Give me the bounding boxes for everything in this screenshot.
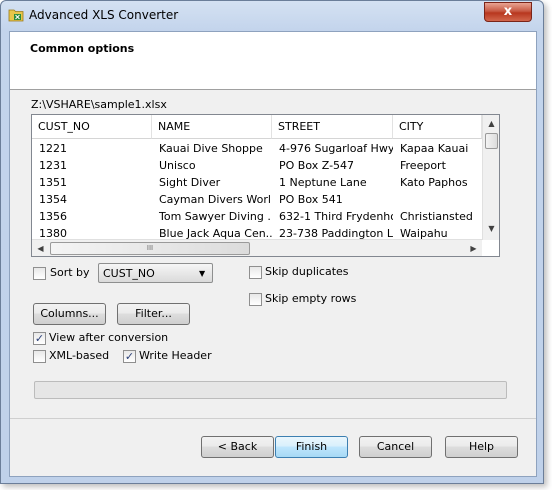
help-button[interactable]: Help [445, 436, 518, 458]
view-after-conversion-label: View after conversion [49, 331, 169, 344]
table-cell: 1354 [39, 193, 67, 206]
table-cell [393, 191, 482, 208]
table-row[interactable]: 1221 Kauai Dive Shoppe 4-976 Sugarloaf Hwy… [32, 140, 482, 157]
wizard-body: Common options Z:\VSHARE\sample1.xlsx CU… [9, 31, 537, 477]
table-cell: Kapaa Kauai [400, 142, 469, 155]
table-cell: Kauai Dive Shoppe [159, 142, 263, 155]
table-cell: PO Box 541 [279, 193, 343, 206]
table-cell: Sight Diver [159, 176, 221, 189]
table-cell: Cayman Divers Worl... [159, 193, 272, 206]
skip-duplicates-checkbox[interactable] [249, 266, 262, 279]
scroll-right-icon[interactable]: ▶ [465, 240, 482, 257]
page-title: Common options [30, 42, 135, 55]
table-cell: Kato Paphos [400, 176, 468, 189]
column-header-city[interactable]: CITY [393, 115, 482, 139]
horizontal-scrollbar[interactable]: ◀ III ▶ [32, 239, 482, 256]
xml-based-checkbox[interactable] [33, 350, 46, 363]
scroll-down-icon[interactable]: ▼ [483, 220, 500, 237]
table-cell: 632-1 Third Frydenhoj [279, 210, 393, 223]
data-preview-grid[interactable]: CUST_NO NAME STREET CITY 1221 Kauai Dive … [31, 114, 500, 257]
view-after-conversion-checkbox[interactable]: ✓ [33, 332, 46, 345]
sort-by-select[interactable]: CUST_NO ▼ [98, 263, 213, 283]
table-row[interactable]: 1354 Cayman Divers Worl... PO Box 541 [32, 191, 482, 208]
scroll-left-icon[interactable]: ◀ [32, 240, 49, 257]
horizontal-scroll-thumb[interactable]: III [50, 242, 250, 255]
table-row[interactable]: 1356 Tom Sawyer Diving ... 632-1 Third Fry… [32, 208, 482, 225]
table-cell: PO Box Z-547 [279, 159, 355, 172]
table-cell: 1 Neptune Lane [279, 176, 367, 189]
skip-empty-rows-label: Skip empty rows [265, 292, 357, 305]
table-cell: Blue Jack Aqua Cen... [159, 227, 272, 239]
back-button[interactable]: < Back [201, 436, 274, 458]
table-cell: 1351 [39, 176, 67, 189]
column-header-cust-no[interactable]: CUST_NO [32, 115, 152, 139]
table-cell: Waipahu [400, 227, 448, 239]
window-title: Advanced XLS Converter [29, 8, 179, 22]
sort-by-checkbox[interactable] [33, 267, 46, 280]
xml-based-label: XML-based [49, 349, 110, 362]
table-row[interactable]: 1380 Blue Jack Aqua Cen... 23-738 Paddingt… [32, 225, 482, 239]
header-panel: Common options [10, 32, 536, 90]
write-header-checkbox[interactable]: ✓ [123, 350, 136, 363]
close-button[interactable]: x [484, 2, 532, 22]
table-cell: 1380 [39, 227, 67, 239]
table-cell: 1231 [39, 159, 67, 172]
conversion-progress-bar [34, 381, 507, 399]
app-window: Advanced XLS Converter x Common options … [0, 0, 544, 484]
skip-duplicates-label: Skip duplicates [265, 265, 349, 278]
finish-button[interactable]: Finish [275, 436, 348, 458]
table-cell: Christiansted [400, 210, 473, 223]
sort-by-value: CUST_NO [103, 267, 155, 280]
table-row[interactable]: 1231 Unisco PO Box Z-547 Freeport [32, 157, 482, 174]
table-cell: 4-976 Sugarloaf Hwy [279, 142, 393, 155]
filter-button[interactable]: Filter... [117, 303, 190, 325]
scroll-up-icon[interactable]: ▲ [483, 115, 500, 132]
column-header-name[interactable]: NAME [152, 115, 272, 139]
file-path-label: Z:\VSHARE\sample1.xlsx [31, 98, 167, 111]
skip-empty-rows-checkbox[interactable] [249, 293, 262, 306]
table-cell: Tom Sawyer Diving ... [159, 210, 272, 223]
sort-by-label: Sort by [50, 266, 90, 279]
table-row[interactable]: 1351 Sight Diver 1 Neptune Lane Kato Paphos [32, 174, 482, 191]
close-icon: x [503, 4, 513, 19]
vertical-scroll-thumb[interactable] [485, 133, 498, 149]
table-cell: 23-738 Paddington L... [279, 227, 393, 239]
columns-button[interactable]: Columns... [33, 303, 106, 325]
table-cell: 1356 [39, 210, 67, 223]
table-cell: 1221 [39, 142, 67, 155]
chevron-down-icon: ▼ [199, 269, 206, 278]
cancel-button[interactable]: Cancel [359, 436, 432, 458]
button-bar-separator [10, 418, 536, 419]
vertical-scrollbar[interactable]: ▲ ▼ [482, 115, 499, 240]
write-header-label: Write Header [139, 349, 212, 362]
folder-excel-icon [8, 9, 24, 22]
table-cell: Unisco [159, 159, 196, 172]
grid-rows: 1221 Kauai Dive Shoppe 4-976 Sugarloaf Hwy… [32, 140, 482, 239]
table-cell: Freeport [400, 159, 446, 172]
title-bar[interactable]: Advanced XLS Converter x [1, 1, 545, 31]
column-header-street[interactable]: STREET [272, 115, 393, 139]
